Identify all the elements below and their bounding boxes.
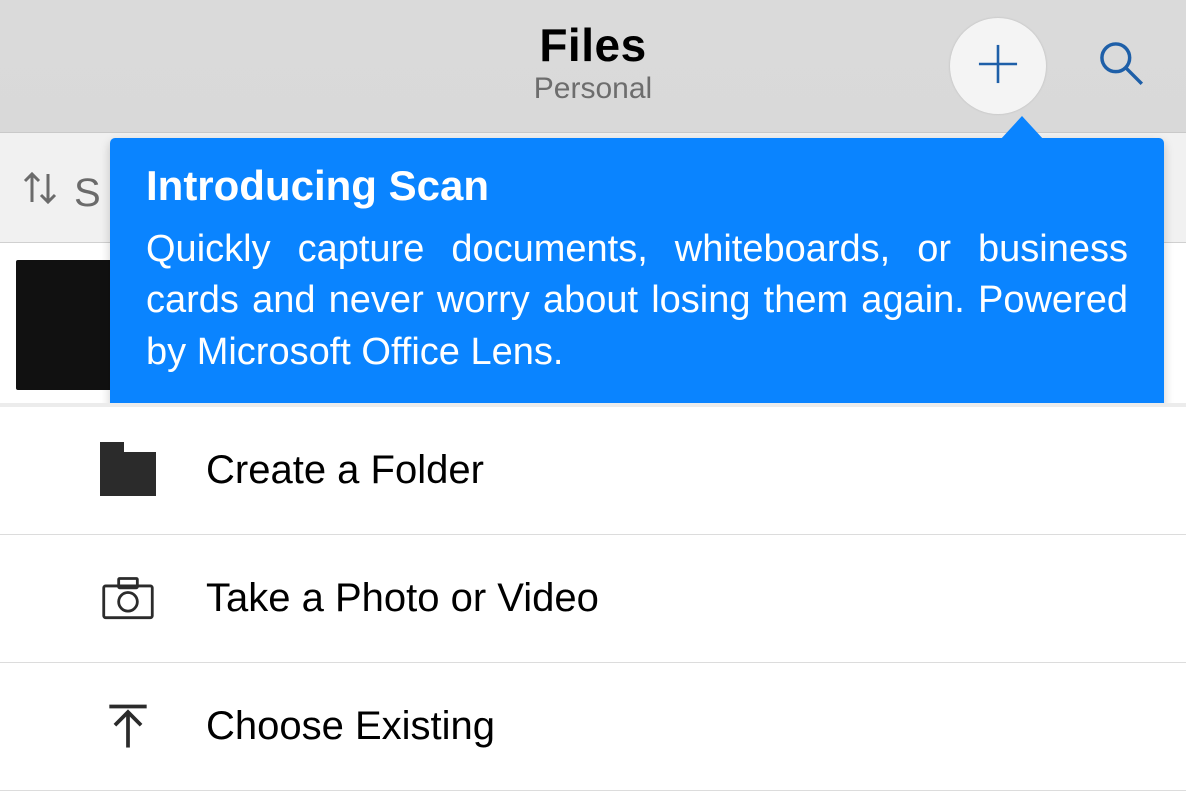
tooltip-title: Introducing Scan [146, 162, 1128, 210]
tooltip-body: Quickly capture documents, whiteboards, … [146, 224, 1128, 378]
intro-scan-tooltip[interactable]: Introducing Scan Quickly capture documen… [110, 138, 1164, 414]
sort-control[interactable]: S [20, 168, 101, 218]
camera-icon [96, 567, 160, 631]
action-sheet: Create a Folder Take a Photo or Video [0, 403, 1186, 792]
sort-label-fragment: S [74, 171, 101, 216]
tooltip-arrow-icon [1000, 116, 1044, 140]
search-icon [1095, 37, 1147, 94]
upload-arrow-icon [96, 695, 160, 759]
menu-item-label: Create a Folder [206, 448, 484, 493]
add-button[interactable] [950, 18, 1046, 114]
sort-icon [20, 168, 60, 218]
menu-item-create-folder[interactable]: Create a Folder [0, 407, 1186, 535]
menu-item-label: Take a Photo or Video [206, 576, 599, 621]
plus-icon [972, 38, 1024, 95]
header-bar: Files Personal [0, 0, 1186, 133]
search-button[interactable] [1086, 30, 1156, 100]
menu-item-choose-existing[interactable]: Choose Existing [0, 663, 1186, 791]
folder-icon [96, 439, 160, 503]
menu-item-label: Choose Existing [206, 704, 495, 749]
menu-item-take-photo-video[interactable]: Take a Photo or Video [0, 535, 1186, 663]
